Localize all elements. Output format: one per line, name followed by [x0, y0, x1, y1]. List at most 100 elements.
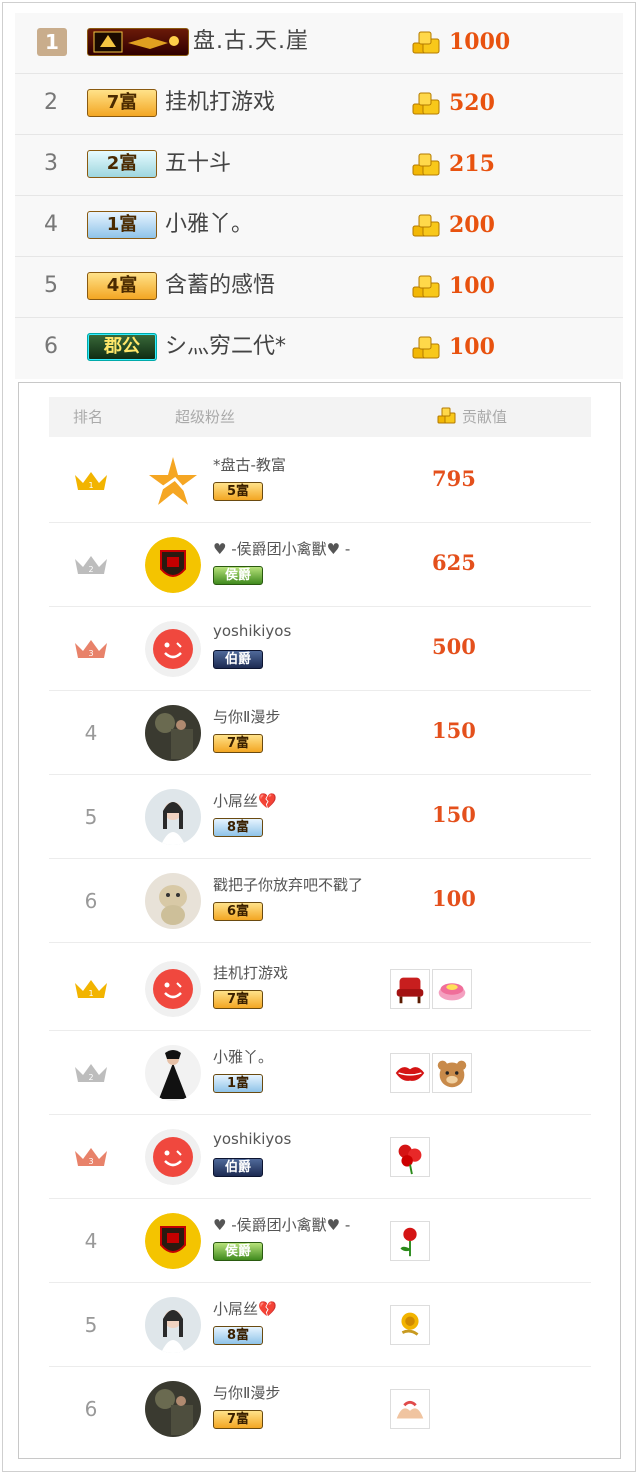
- gift-row-4[interactable]: 4 ♥ -侯爵团小禽獸♥ - 侯爵: [49, 1199, 591, 1283]
- user-name[interactable]: 盘.古.天.崖: [193, 25, 309, 59]
- contribution-row-5[interactable]: 5 小屌丝💔 8富 150: [49, 775, 591, 859]
- gift-row-2[interactable]: 2 小雅丫。 1富: [49, 1031, 591, 1115]
- user-name[interactable]: シ灬穷二代*: [165, 330, 286, 364]
- fan-name[interactable]: yoshikiyos: [213, 1130, 291, 1148]
- rose-gift-icon[interactable]: [390, 1221, 430, 1261]
- coin-amount: 215: [449, 151, 495, 177]
- gift-row-6[interactable]: 6 与你Ⅱ漫步 7富: [49, 1367, 591, 1451]
- super-fans-panel: 排名 超级粉丝 贡献值 1 *盘古-教富 5富 795 2 ♥ -侯爵团小禽獸♥ - 侯爵 6…: [18, 382, 621, 1459]
- gold-coin-icon: [412, 214, 440, 237]
- rank-number: 5: [84, 805, 98, 829]
- top-ranking-list: 1 盘.古.天.崖 1000 2 7富 挂机打游戏 520 3 2富 五十斗 2…: [15, 13, 623, 379]
- fan-name[interactable]: 小雅丫。: [213, 1046, 273, 1067]
- contribution-value: 150: [432, 718, 476, 743]
- contribution-row-4[interactable]: 4 与你Ⅱ漫步 7富 150: [49, 691, 591, 775]
- rank-column-header: 排名: [73, 408, 104, 426]
- avatar[interactable]: [145, 1129, 201, 1185]
- top-row-2[interactable]: 2 7富 挂机打游戏 520: [15, 74, 623, 135]
- rank-number: 5: [44, 273, 58, 298]
- avatar[interactable]: [145, 789, 201, 845]
- hands-gift-icon[interactable]: [390, 1389, 430, 1429]
- bronze-crown-icon: 3: [71, 637, 111, 661]
- rank-number: 6: [84, 1397, 98, 1421]
- svg-text:3: 3: [88, 1157, 93, 1166]
- rank-number: 5: [84, 1313, 98, 1337]
- svg-text:2: 2: [88, 565, 93, 574]
- avatar[interactable]: [145, 1045, 201, 1101]
- contribution-row-2[interactable]: 2 ♥ -侯爵团小禽獸♥ - 侯爵 625: [49, 523, 591, 607]
- gold-rose-gift-icon[interactable]: [390, 1305, 430, 1345]
- avatar[interactable]: [145, 1381, 201, 1437]
- level-badge: 8富: [213, 818, 263, 837]
- level-badge: 2富: [87, 150, 157, 178]
- gift-row-3[interactable]: 3 yoshikiyos 伯爵: [49, 1115, 591, 1199]
- avatar[interactable]: [145, 1297, 201, 1353]
- top-row-6[interactable]: 6 郡公 シ灬穷二代* 100: [15, 318, 623, 379]
- avatar[interactable]: [145, 537, 201, 593]
- level-badge: 8富: [213, 1326, 263, 1345]
- level-badge: 7富: [87, 89, 157, 117]
- top-row-5[interactable]: 5 4富 含蓄的感悟 100: [15, 257, 623, 318]
- bear-gift-icon[interactable]: [432, 1053, 472, 1093]
- avatar[interactable]: [145, 873, 201, 929]
- svg-text:2: 2: [88, 1073, 93, 1082]
- lips-gift-icon[interactable]: [390, 1053, 430, 1093]
- rank-number: 4: [84, 721, 98, 745]
- contribution-row-1[interactable]: 1 *盘古-教富 5富 795: [49, 439, 591, 523]
- gold-crown-icon: 1: [71, 469, 111, 493]
- king-level-badge: [87, 28, 189, 56]
- fan-name[interactable]: ♥ -侯爵团小禽獸♥ -: [213, 1214, 350, 1235]
- user-name[interactable]: 小雅丫。: [165, 208, 253, 242]
- user-name[interactable]: 五十斗: [165, 147, 231, 181]
- chair-gift-icon[interactable]: [390, 969, 430, 1009]
- top-row-4[interactable]: 4 1富 小雅丫。 200: [15, 196, 623, 257]
- fan-name[interactable]: yoshikiyos: [213, 622, 291, 640]
- top-row-3[interactable]: 3 2富 五十斗 215: [15, 135, 623, 196]
- contribution-value: 625: [432, 550, 476, 575]
- avatar[interactable]: [145, 621, 201, 677]
- rank-number: 4: [84, 1229, 98, 1253]
- avatar[interactable]: [145, 1213, 201, 1269]
- fan-name[interactable]: *盘古-教富: [213, 454, 286, 475]
- coin-amount: 200: [449, 212, 495, 238]
- rank-number: 6: [84, 889, 98, 913]
- gold-coin-icon: [412, 336, 440, 359]
- fan-name[interactable]: 与你Ⅱ漫步: [213, 706, 280, 727]
- level-badge: 伯爵: [213, 650, 263, 669]
- silver-crown-icon: 2: [71, 1061, 111, 1085]
- fan-name[interactable]: 小屌丝💔: [213, 1298, 277, 1319]
- top-row-1[interactable]: 1 盘.古.天.崖 1000: [15, 13, 623, 74]
- level-badge: 郡公: [87, 333, 157, 361]
- user-name[interactable]: 含蓄的感悟: [165, 269, 275, 303]
- fan-name[interactable]: ♥ -侯爵团小禽獸♥ -: [213, 538, 350, 559]
- rank-number: 2: [44, 90, 58, 115]
- gift-row-5[interactable]: 5 小屌丝💔 8富: [49, 1283, 591, 1367]
- contribution-row-6[interactable]: 6 戳把子你放弃吧不戳了 6富 100: [49, 859, 591, 943]
- roses-gift-icon[interactable]: [390, 1137, 430, 1177]
- avatar[interactable]: [145, 705, 201, 761]
- avatar[interactable]: [145, 961, 201, 1017]
- fan-name[interactable]: 与你Ⅱ漫步: [213, 1382, 280, 1403]
- fan-name[interactable]: 戳把子你放弃吧不戳了: [213, 874, 363, 895]
- rank-number: 3: [44, 151, 58, 176]
- contribution-row-3[interactable]: 3 yoshikiyos 伯爵 500: [49, 607, 591, 691]
- avatar[interactable]: [145, 453, 201, 509]
- level-badge: 伯爵: [213, 1158, 263, 1177]
- fans-table-header: 排名 超级粉丝 贡献值: [49, 397, 591, 437]
- bronze-crown-icon: 3: [71, 1145, 111, 1169]
- level-badge: 5富: [213, 482, 263, 501]
- gift-row-1[interactable]: 1 挂机打游戏 7富: [49, 947, 591, 1031]
- fan-name[interactable]: 小屌丝💔: [213, 790, 277, 811]
- level-badge: 1富: [87, 211, 157, 239]
- silver-crown-icon: 2: [71, 553, 111, 577]
- rank-number: 6: [44, 334, 58, 359]
- svg-text:3: 3: [88, 649, 93, 658]
- user-name[interactable]: 挂机打游戏: [165, 86, 275, 120]
- fan-name[interactable]: 挂机打游戏: [213, 962, 288, 983]
- level-badge: 1富: [213, 1074, 263, 1093]
- cake-gift-icon[interactable]: [432, 969, 472, 1009]
- contribution-value: 500: [432, 634, 476, 659]
- gold-coin-icon: [412, 31, 440, 54]
- coin-amount: 100: [449, 273, 495, 299]
- level-badge: 侯爵: [213, 566, 263, 585]
